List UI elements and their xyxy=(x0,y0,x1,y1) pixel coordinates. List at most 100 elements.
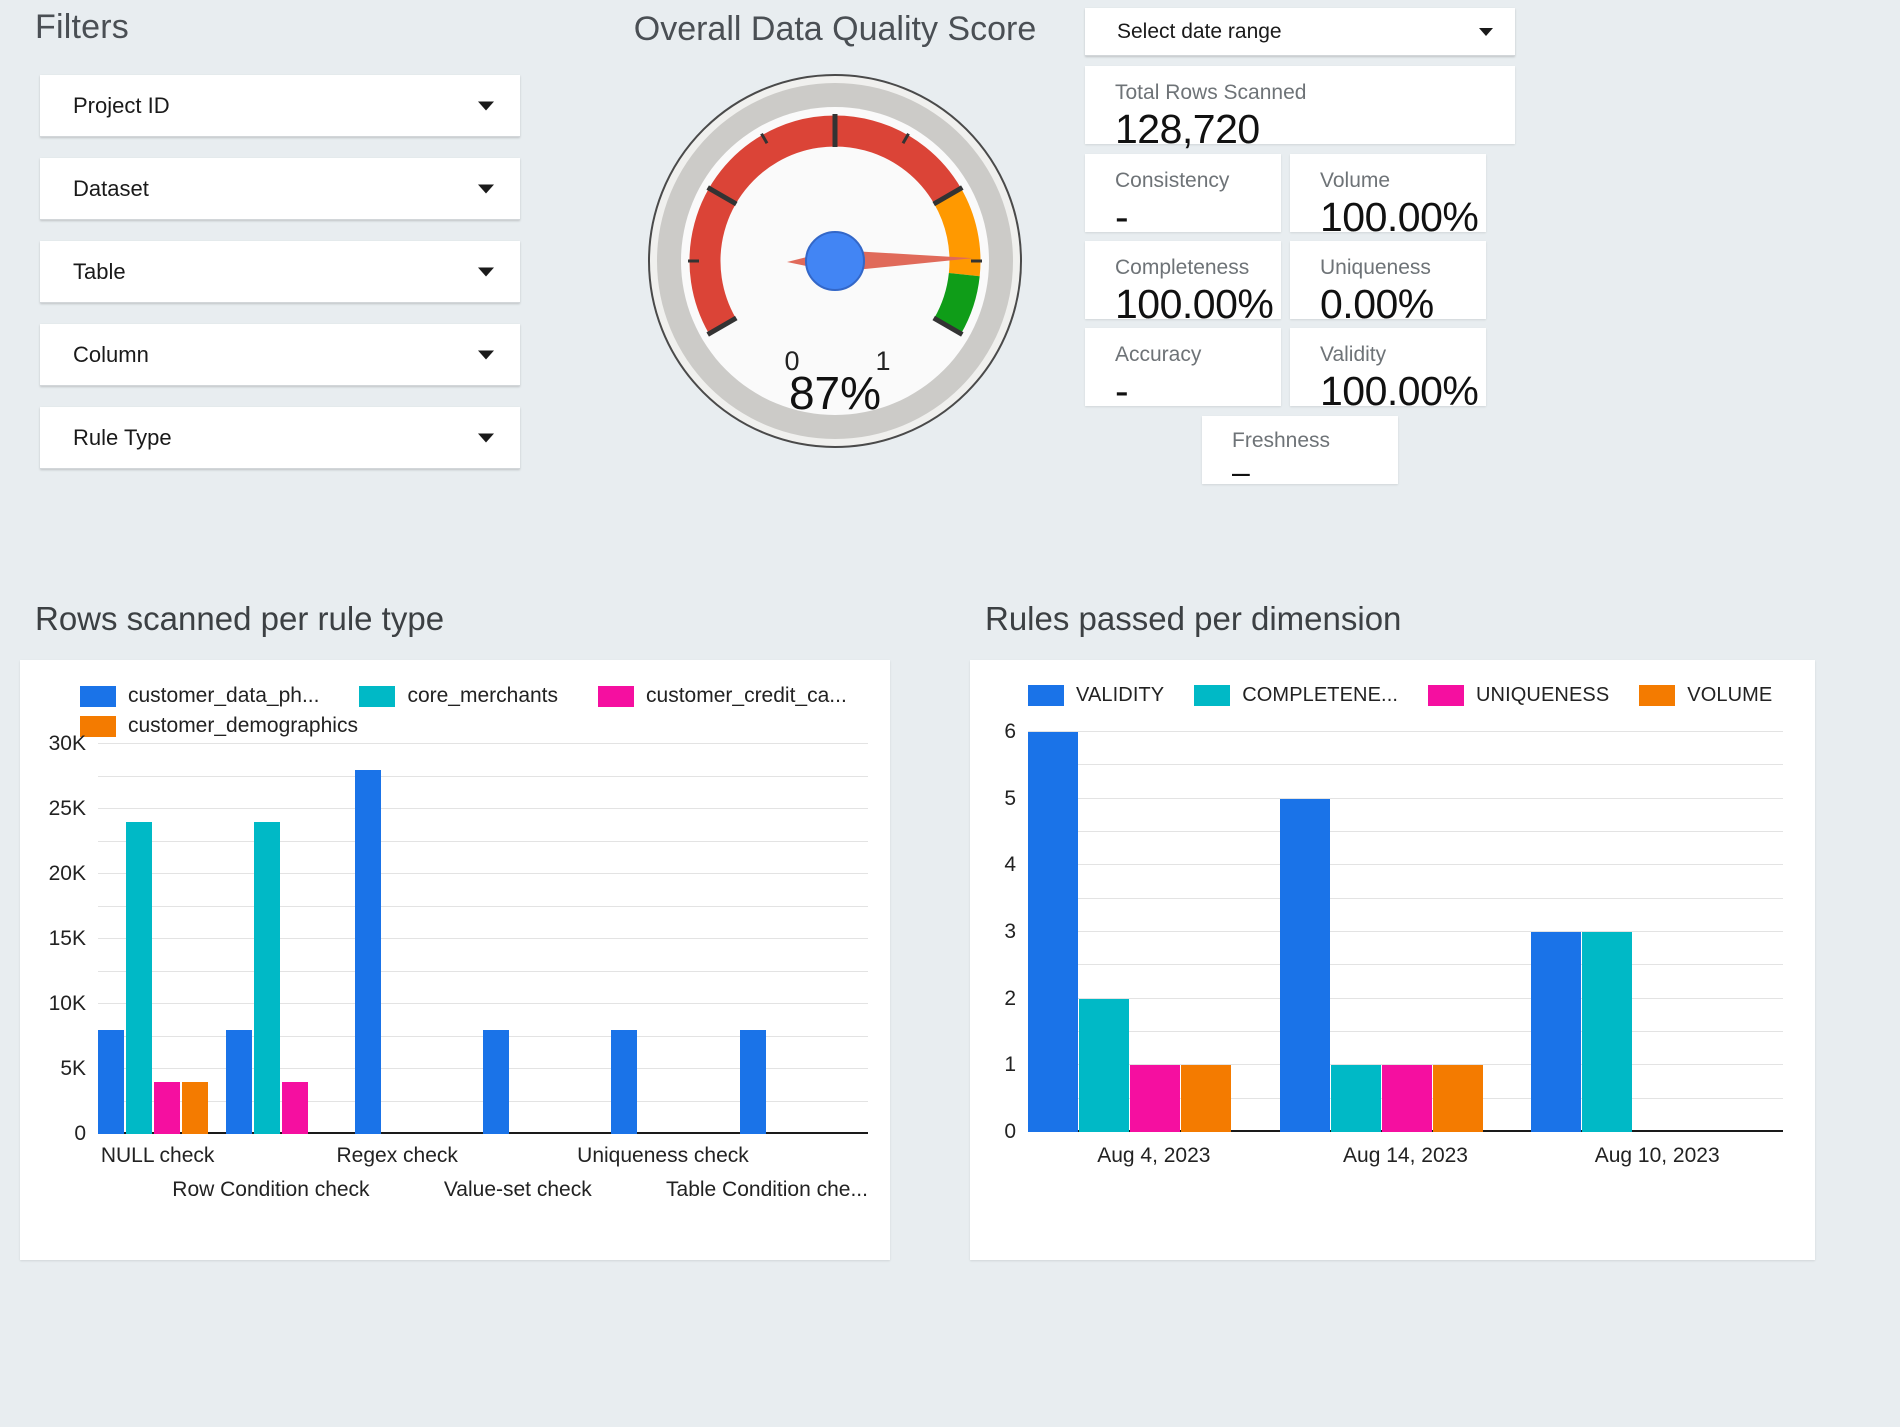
y-axis-tick-label: 20K xyxy=(48,862,86,885)
y-axis-tick-label: 30K xyxy=(48,732,86,755)
bar-group-inner xyxy=(1028,732,1232,1132)
bar-group xyxy=(98,744,226,1134)
dashboard-page: Filters Project ID Dataset Table Column xyxy=(0,0,1900,1427)
filter-project-id[interactable]: Project ID xyxy=(40,75,520,137)
scorecard-validity-value: 100.00% xyxy=(1320,368,1479,415)
chevron-down-icon[interactable] xyxy=(478,267,494,276)
bar[interactable] xyxy=(1028,732,1078,1132)
bar-group xyxy=(1279,732,1532,1132)
x-axis-tick-label xyxy=(749,1144,868,1168)
legend-swatch-icon xyxy=(1194,685,1231,706)
y-axis-tick-label: 0 xyxy=(74,1122,86,1145)
bar-group-inner xyxy=(739,744,768,1134)
legend-item[interactable]: customer_credit_ca... xyxy=(598,684,847,708)
y-axis-tick-label: 6 xyxy=(1004,720,1016,743)
scorecards-panel: Select date range Total Rows Scanned 128… xyxy=(1085,8,1885,490)
bar-group xyxy=(611,744,739,1134)
chevron-down-icon[interactable] xyxy=(478,184,494,193)
scorecard-total-rows: Total Rows Scanned 128,720 xyxy=(1085,66,1515,152)
x-axis-labels-row-1: NULL check Regex check Uniqueness check xyxy=(98,1144,868,1168)
y-axis-tick-label: 0 xyxy=(1004,1120,1016,1143)
chart-card-rules-passed[interactable]: VALIDITY COMPLETENE... UNIQUENESS VOLUME 0 1… xyxy=(970,660,1815,1260)
legend-item[interactable]: COMPLETENE... xyxy=(1194,684,1398,707)
bar[interactable] xyxy=(739,1030,766,1134)
y-axis-tick-label: 25K xyxy=(48,797,86,820)
chart-panel-rules-passed: Rules passed per dimension VALIDITY COMPL… xyxy=(970,600,1840,1260)
bar[interactable] xyxy=(154,1082,180,1134)
filter-list: Project ID Dataset Table Column Rule Typ xyxy=(20,75,620,469)
chevron-down-icon[interactable] xyxy=(478,433,494,442)
scorecard-uniqueness: Uniqueness 0.00% xyxy=(1290,241,1486,327)
legend-item[interactable]: VOLUME xyxy=(1639,684,1772,707)
scorecard-total-rows-label: Total Rows Scanned xyxy=(1115,81,1307,104)
x-axis-tick-label: Aug 4, 2023 xyxy=(1097,1144,1211,1167)
chart-panel-rows-scanned: Rows scanned per rule type customer_data… xyxy=(20,600,890,1260)
legend-label: UNIQUENESS xyxy=(1476,684,1610,706)
filter-project-id-label: Project ID xyxy=(73,92,170,118)
filter-dataset-label: Dataset xyxy=(73,175,149,201)
x-axis-tick-label xyxy=(98,1178,172,1202)
bar[interactable] xyxy=(1582,932,1633,1132)
chart-title-rules-passed: Rules passed per dimension xyxy=(985,600,1402,637)
bar[interactable] xyxy=(1531,932,1582,1132)
scorecard-grid: Consistency - Volume 100.00% Completenes… xyxy=(1085,154,1515,414)
bar[interactable] xyxy=(98,1030,124,1134)
bar[interactable] xyxy=(1381,1065,1432,1132)
x-axis-tick-label: Row Condition check xyxy=(172,1178,370,1201)
date-range-selector[interactable]: Select date range xyxy=(1085,8,1515,56)
legend-label: customer_data_ph... xyxy=(128,684,320,707)
bar[interactable] xyxy=(1130,1065,1180,1132)
legend-item[interactable]: VALIDITY xyxy=(1028,684,1164,707)
x-axis-tick-label: Aug 10, 2023 xyxy=(1594,1144,1720,1167)
x-axis-labels-row-2: Row Condition check Value-set check Table … xyxy=(98,1178,868,1202)
filter-rule-type[interactable]: Rule Type xyxy=(40,407,520,469)
bar[interactable] xyxy=(1181,1065,1231,1132)
bar-group xyxy=(1531,732,1783,1132)
gauge-chart: 0 1 87% xyxy=(590,71,1080,451)
y-axis-tick-label: 15K xyxy=(48,927,86,950)
chart-legend-rows-scanned: customer_data_ph... core_merchants custome… xyxy=(20,660,890,738)
scorecard-completeness-value: 100.00% xyxy=(1115,281,1274,328)
filter-dataset[interactable]: Dataset xyxy=(40,158,520,220)
legend-swatch-icon xyxy=(1428,685,1465,706)
legend-item[interactable]: core_merchants xyxy=(359,684,558,708)
charts-section: Rows scanned per rule type customer_data… xyxy=(0,600,1900,1260)
legend-item[interactable]: customer_demographics xyxy=(80,714,358,738)
bar[interactable] xyxy=(354,770,381,1134)
scorecard-total-rows-value: 128,720 xyxy=(1115,106,1260,153)
bar[interactable] xyxy=(226,1030,253,1134)
bar[interactable] xyxy=(254,822,281,1134)
bar-group xyxy=(1028,732,1280,1132)
scorecard-consistency: Consistency - xyxy=(1085,154,1281,240)
y-axis-tick-label: 4 xyxy=(1004,853,1016,877)
chevron-down-icon[interactable] xyxy=(478,350,494,359)
bar[interactable] xyxy=(1432,1065,1483,1132)
bar[interactable] xyxy=(282,1082,309,1134)
filters-panel: Filters Project ID Dataset Table Column xyxy=(20,0,620,490)
bar[interactable] xyxy=(1279,798,1330,1132)
scorecard-uniqueness-label: Uniqueness xyxy=(1320,256,1431,279)
legend-item[interactable]: customer_data_ph... xyxy=(80,684,319,708)
filter-column[interactable]: Column xyxy=(40,324,520,386)
bar[interactable] xyxy=(126,822,152,1134)
chevron-down-icon[interactable] xyxy=(1479,27,1493,36)
gauge-hub xyxy=(805,231,865,291)
bar[interactable] xyxy=(482,1030,509,1134)
bar[interactable] xyxy=(611,1030,638,1134)
chart-card-rows-scanned[interactable]: customer_data_ph... core_merchants custome… xyxy=(20,660,890,1260)
scorecard-uniqueness-value: 0.00% xyxy=(1320,281,1434,328)
legend-item[interactable]: UNIQUENESS xyxy=(1428,684,1609,707)
bar[interactable] xyxy=(182,1082,208,1134)
y-axis-tick-label: 3 xyxy=(1004,920,1016,943)
filter-table[interactable]: Table xyxy=(40,241,520,303)
scorecard-volume-label: Volume xyxy=(1320,169,1391,192)
chevron-down-icon[interactable] xyxy=(478,101,494,110)
chart-plot-rows-scanned: 0 5K 10K 15K 20K 25K 30K NULL check Regex check U… xyxy=(49,732,868,1201)
bar[interactable] xyxy=(1079,998,1129,1132)
scorecard-volume-value: 100.00% xyxy=(1320,194,1479,241)
bar[interactable] xyxy=(1330,1065,1381,1132)
legend-label: customer_demographics xyxy=(128,714,358,737)
scorecard-completeness: Completeness 100.00% xyxy=(1085,241,1281,327)
y-axis-tick-label: 2 xyxy=(1004,986,1016,1010)
scorecard-validity-label: Validity xyxy=(1320,343,1387,366)
